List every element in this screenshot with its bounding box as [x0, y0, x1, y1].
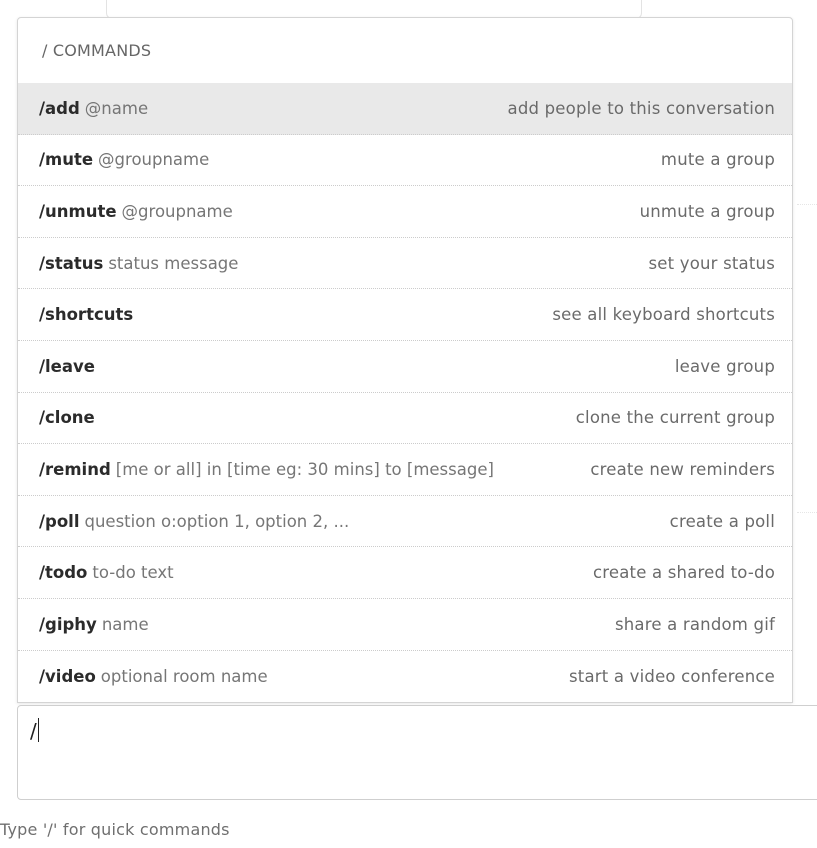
command-syntax: /poll question o:option 1, option 2, ... [39, 512, 349, 531]
command-row-poll[interactable]: /poll question o:option 1, option 2, ... c… [18, 496, 792, 548]
command-name: /poll [39, 511, 80, 531]
command-args: @groupname [98, 150, 210, 170]
command-row-video[interactable]: /video optional room name start a video co… [18, 651, 792, 702]
command-description: clone the current group [575, 408, 775, 428]
command-row-clone[interactable]: /clone clone the current group [18, 393, 792, 445]
command-row-add[interactable]: /add @name add people to this conversation [18, 83, 792, 135]
command-name: /unmute [39, 201, 117, 221]
command-syntax: /clone [39, 408, 95, 427]
command-syntax: /giphy name [39, 615, 149, 634]
command-syntax: /add @name [39, 99, 148, 118]
text-caret [37, 718, 40, 742]
command-name: /clone [39, 408, 95, 428]
command-syntax: /mute @groupname [39, 150, 209, 169]
command-args: status message [108, 253, 239, 273]
command-args: to-do text [92, 563, 174, 583]
command-row-shortcuts[interactable]: /shortcuts see all keyboard shortcuts [18, 289, 792, 341]
background-divider [797, 512, 817, 513]
command-syntax: /leave [39, 357, 95, 376]
command-args: name [101, 614, 149, 634]
command-name: /giphy [39, 614, 97, 634]
command-args: question o:option 1, option 2, ... [84, 511, 350, 531]
command-description: leave group [674, 356, 775, 376]
command-args: [me or all] in [time eg: 30 mins] to [me… [115, 459, 494, 479]
commands-list: /add @name add people to this conversation… [18, 83, 792, 702]
command-description: create a shared to-do [592, 563, 775, 583]
command-syntax: /remind [me or all] in [time eg: 30 mins]… [39, 460, 494, 479]
command-args: optional room name [100, 666, 268, 686]
command-row-remind[interactable]: /remind [me or all] in [time eg: 30 mins]… [18, 444, 792, 496]
message-input[interactable]: / [17, 705, 817, 800]
command-name: /add [39, 98, 80, 118]
command-description: add people to this conversation [507, 98, 775, 118]
command-args: @name [84, 98, 149, 118]
command-description: mute a group [660, 150, 775, 170]
command-syntax: /video optional room name [39, 667, 268, 686]
command-row-giphy[interactable]: /giphy name share a random gif [18, 599, 792, 651]
command-description: create a poll [669, 511, 775, 531]
command-name: /shortcuts [39, 305, 134, 325]
command-syntax: /status status message [39, 254, 238, 273]
command-description: unmute a group [639, 201, 775, 221]
command-row-todo[interactable]: /todo to-do text create a shared to-do [18, 547, 792, 599]
command-row-unmute[interactable]: /unmute @groupname unmute a group [18, 186, 792, 238]
command-row-leave[interactable]: /leave leave group [18, 341, 792, 393]
command-syntax: /shortcuts [39, 305, 133, 324]
command-name: /mute [39, 150, 94, 170]
command-name: /video [39, 666, 96, 686]
command-syntax: /todo to-do text [39, 563, 174, 582]
quick-commands-hint: Type '/' for quick commands [0, 820, 230, 839]
message-input-text: / [30, 719, 37, 743]
command-description: share a random gif [614, 614, 775, 634]
command-description: create new reminders [590, 459, 775, 479]
command-name: /remind [39, 459, 111, 479]
command-syntax: /unmute @groupname [39, 202, 233, 221]
command-name: /todo [39, 563, 88, 583]
command-row-status[interactable]: /status status message set your status [18, 238, 792, 290]
popup-header: / COMMANDS [42, 41, 152, 60]
command-args: @groupname [121, 201, 233, 221]
command-description: see all keyboard shortcuts [552, 305, 775, 325]
background-divider [797, 204, 817, 205]
command-description: start a video conference [569, 666, 775, 686]
command-name: /leave [39, 356, 95, 376]
command-description: set your status [648, 253, 775, 273]
command-name: /status [39, 253, 104, 273]
command-row-mute[interactable]: /mute @groupname mute a group [18, 135, 792, 187]
commands-popup: / COMMANDS /add @name add people to this c… [17, 17, 793, 703]
